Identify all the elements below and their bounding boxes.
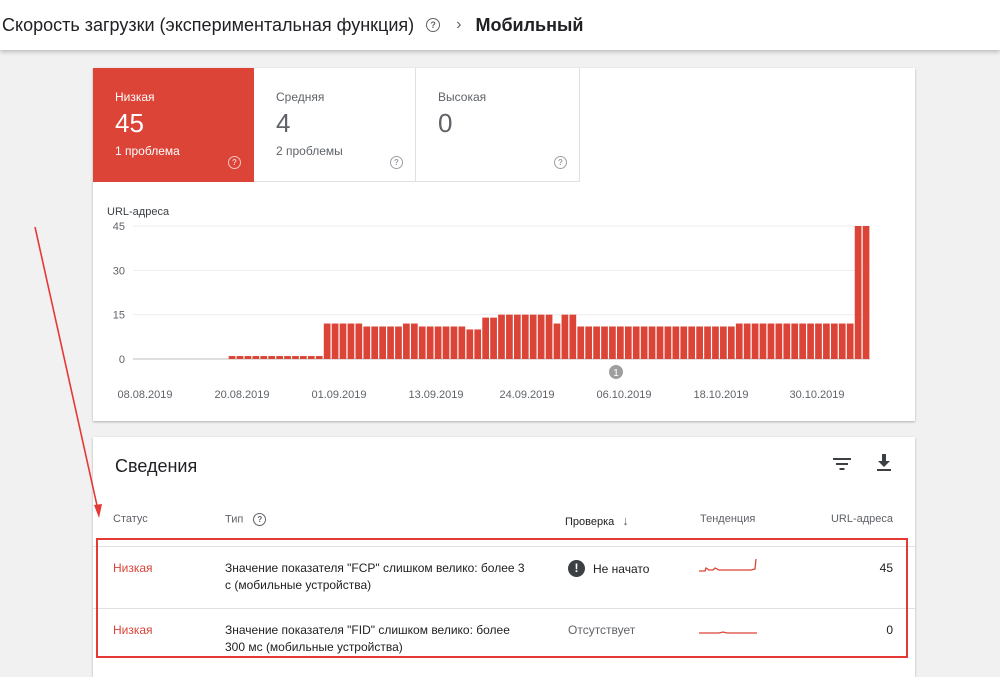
annotation-arrow [34,226,102,518]
